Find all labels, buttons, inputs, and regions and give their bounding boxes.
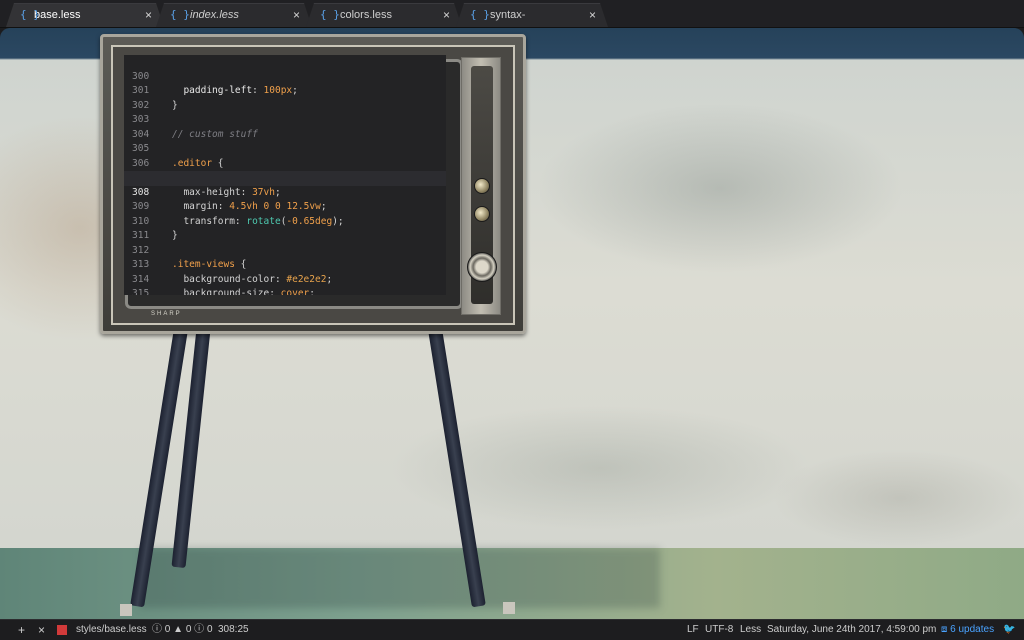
code-line: 316 background-position: center; — [124, 287, 446, 295]
tv-control-panel — [461, 57, 501, 315]
close-icon[interactable]: × — [443, 4, 450, 26]
cursor-position[interactable]: 308:25 — [218, 620, 249, 640]
code-line: 314 background-size: cover; — [124, 258, 446, 296]
code-line: 311 — [124, 215, 446, 241]
tab-index-less[interactable]: { } index.less × — [156, 3, 312, 27]
package-icon: ⧈ — [941, 624, 948, 635]
info-count: 0 — [206, 624, 213, 635]
error-icon: ⓘ — [152, 624, 162, 635]
file-encoding[interactable]: UTF-8 — [705, 620, 733, 640]
twitter-bird-icon[interactable]: 🐦 — [1003, 620, 1015, 640]
tv-brand-logo: SHARP — [151, 311, 182, 317]
file-path[interactable]: styles/base.less — [76, 620, 147, 640]
updates-label: 6 updates — [950, 624, 995, 635]
file-type-icon — [57, 620, 67, 640]
close-pane-icon[interactable]: × — [38, 620, 45, 640]
grammar-selector[interactable]: Less — [740, 620, 761, 640]
code-line: 313 background-color: #e2e2e2; — [124, 244, 446, 285]
close-icon[interactable]: × — [293, 4, 300, 26]
code-line: 302 — [124, 84, 446, 111]
code-line: 303 // custom stuff — [124, 99, 446, 140]
code-line: 307 max-height: 37vh; — [124, 157, 446, 198]
code-line: 312 .item-views { — [124, 229, 446, 271]
code-line: 315 background-repeat: no-repeat; — [124, 273, 446, 295]
warning-icon: ▲ — [173, 624, 184, 635]
clock: Saturday, June 24th 2017, 4:59:00 pm — [767, 624, 937, 635]
code-line: 306 max-width: 31vw; — [124, 142, 446, 184]
tab-label: colors.less — [340, 9, 392, 21]
tab-bar: { } base.less × { } index.less × { } col… — [0, 0, 1024, 28]
code-line: 300 padding-left: 100px; — [124, 55, 446, 97]
code-line: 310 } — [124, 200, 446, 242]
braces-icon: { } — [470, 8, 490, 21]
close-icon[interactable]: × — [589, 4, 596, 26]
status-bar: + × styles/base.less ⓘ 0 ▲ 0 ⓘ 0 308:25 … — [0, 619, 1024, 640]
code-editor[interactable]: 300 padding-left: 100px; 301 } 302 303 /… — [124, 55, 446, 295]
tv-dial-icon — [467, 252, 497, 282]
code-line: 301 } — [124, 70, 446, 111]
tab-label: index.less — [190, 9, 239, 21]
braces-icon: { } — [320, 8, 340, 21]
add-pane-icon[interactable]: + — [18, 620, 25, 640]
updates-indicator[interactable]: ⧈ 6 updates — [941, 620, 994, 640]
tab-colors-less[interactable]: { } colors.less × — [306, 3, 462, 27]
tv-control-strip — [467, 66, 497, 304]
line-ending[interactable]: LF — [687, 620, 699, 640]
info-icon: ⓘ — [194, 624, 205, 635]
floor-shadow — [140, 548, 660, 608]
tab-syntax-variables-less[interactable]: { } syntax-variables.less × — [456, 3, 608, 27]
warning-count: 0 — [185, 624, 192, 635]
braces-icon: { } — [20, 8, 40, 21]
close-icon[interactable]: × — [145, 4, 152, 26]
tv-knob-icon — [474, 178, 490, 194]
code-line-current: 308 margin: 4.5vh 0 0 12.5vw; — [124, 171, 446, 212]
error-count: 0 — [164, 624, 171, 635]
code-line: 305 .editor { — [124, 128, 446, 169]
tv-leg-tip — [503, 602, 515, 614]
code-line: 304 — [124, 113, 446, 140]
braces-icon: { } — [170, 8, 190, 21]
tv-knob-icon — [474, 206, 490, 222]
tv-leg-tip — [120, 604, 132, 616]
tab-base-less[interactable]: { } base.less × — [6, 3, 164, 27]
diagnostics-summary[interactable]: ⓘ 0 ▲ 0 ⓘ 0 — [152, 620, 213, 640]
code-line: 309 transform: rotate(-0.65deg); — [124, 186, 446, 227]
